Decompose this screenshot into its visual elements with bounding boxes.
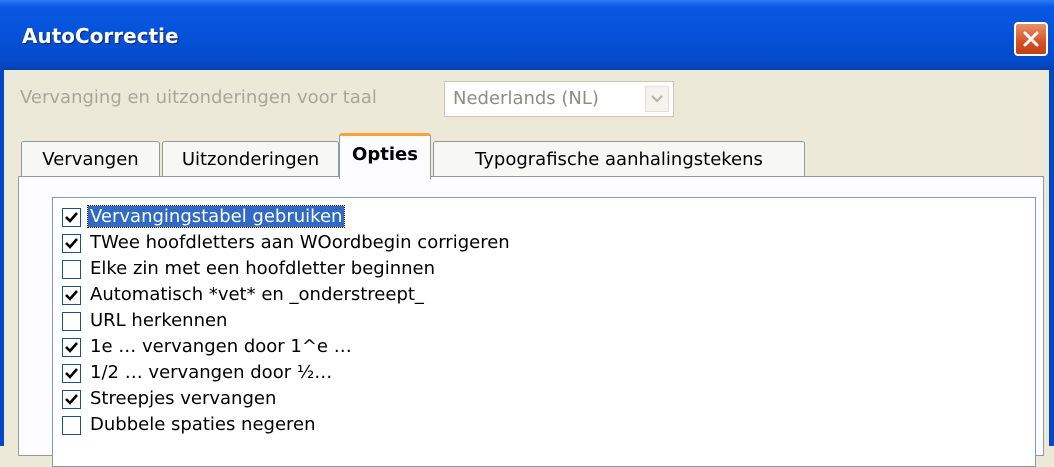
option-label: Dubbele spaties negeren xyxy=(90,414,316,435)
option-row-vervangingstabel[interactable]: Vervangingstabel gebruiken xyxy=(53,205,1035,231)
tab-label: Uitzonderingen xyxy=(181,149,320,170)
checkmark-icon xyxy=(65,212,78,223)
tab-label: Typografische aanhalingstekens xyxy=(475,149,763,170)
option-label: Elke zin met een hoofdletter beginnen xyxy=(90,258,436,279)
chevron-down-icon xyxy=(651,95,663,103)
language-value: Nederlands (NL) xyxy=(453,88,599,109)
option-checkbox[interactable] xyxy=(62,390,81,409)
option-label: URL herkennen xyxy=(90,310,228,331)
option-label: 1/2 … vervangen door ½… xyxy=(90,362,333,383)
tab-opties[interactable]: Opties xyxy=(339,133,431,179)
language-label: Vervanging en uitzonderingen voor taal xyxy=(20,87,377,108)
option-row-fractions[interactable]: 1/2 … vervangen door ½… xyxy=(53,361,1035,387)
close-button[interactable] xyxy=(1014,22,1048,56)
checkmark-icon xyxy=(65,290,78,301)
option-row-url-herkennen[interactable]: URL herkennen xyxy=(53,309,1035,335)
option-checkbox[interactable] xyxy=(62,312,81,331)
language-dropdown-button[interactable] xyxy=(645,86,669,112)
checkmark-icon xyxy=(65,238,78,249)
option-label: Streepjes vervangen xyxy=(90,388,277,409)
option-label: Automatisch *vet* en _onderstreept_ xyxy=(90,284,424,305)
option-row-twee-hoofdletters[interactable]: TWee hoofdletters aan WOordbegin corrige… xyxy=(53,231,1035,257)
window-frame-left xyxy=(0,70,4,446)
option-checkbox[interactable] xyxy=(62,208,81,227)
close-icon xyxy=(1023,31,1039,47)
option-label: TWee hoofdletters aan WOordbegin corrige… xyxy=(90,232,510,253)
tab-vervangen[interactable]: Vervangen xyxy=(21,141,160,177)
tab-uitzonderingen[interactable]: Uitzonderingen xyxy=(162,141,339,177)
option-checkbox[interactable] xyxy=(62,364,81,383)
title-bar[interactable]: AutoCorrectie xyxy=(0,0,1054,70)
option-row-elke-zin[interactable]: Elke zin met een hoofdletter beginnen xyxy=(53,257,1035,283)
option-checkbox[interactable] xyxy=(62,416,81,435)
option-checkbox[interactable] xyxy=(62,286,81,305)
option-checkbox[interactable] xyxy=(62,260,81,279)
option-row-streepjes[interactable]: Streepjes vervangen xyxy=(53,387,1035,413)
option-label: Vervangingstabel gebruiken xyxy=(86,205,346,228)
window-frame-right xyxy=(1049,70,1054,446)
options-list[interactable]: Vervangingstabel gebruiken TWee hoofdlet… xyxy=(52,197,1036,467)
option-label: 1e … vervangen door 1^e … xyxy=(90,336,352,357)
checkmark-icon xyxy=(65,368,78,379)
tab-label: Opties xyxy=(352,144,418,165)
option-checkbox[interactable] xyxy=(62,338,81,357)
checkmark-icon xyxy=(65,342,78,353)
option-row-ordinals[interactable]: 1e … vervangen door 1^e … xyxy=(53,335,1035,361)
window-title: AutoCorrectie xyxy=(22,24,179,48)
option-checkbox[interactable] xyxy=(62,234,81,253)
tab-typografische-aanhalingstekens[interactable]: Typografische aanhalingstekens xyxy=(433,141,805,177)
option-row-dubbele-spaties[interactable]: Dubbele spaties negeren xyxy=(53,413,1035,439)
checkmark-icon xyxy=(65,394,78,405)
option-row-automatisch-vet[interactable]: Automatisch *vet* en _onderstreept_ xyxy=(53,283,1035,309)
tab-label: Vervangen xyxy=(42,149,139,170)
language-select[interactable]: Nederlands (NL) xyxy=(444,81,674,117)
